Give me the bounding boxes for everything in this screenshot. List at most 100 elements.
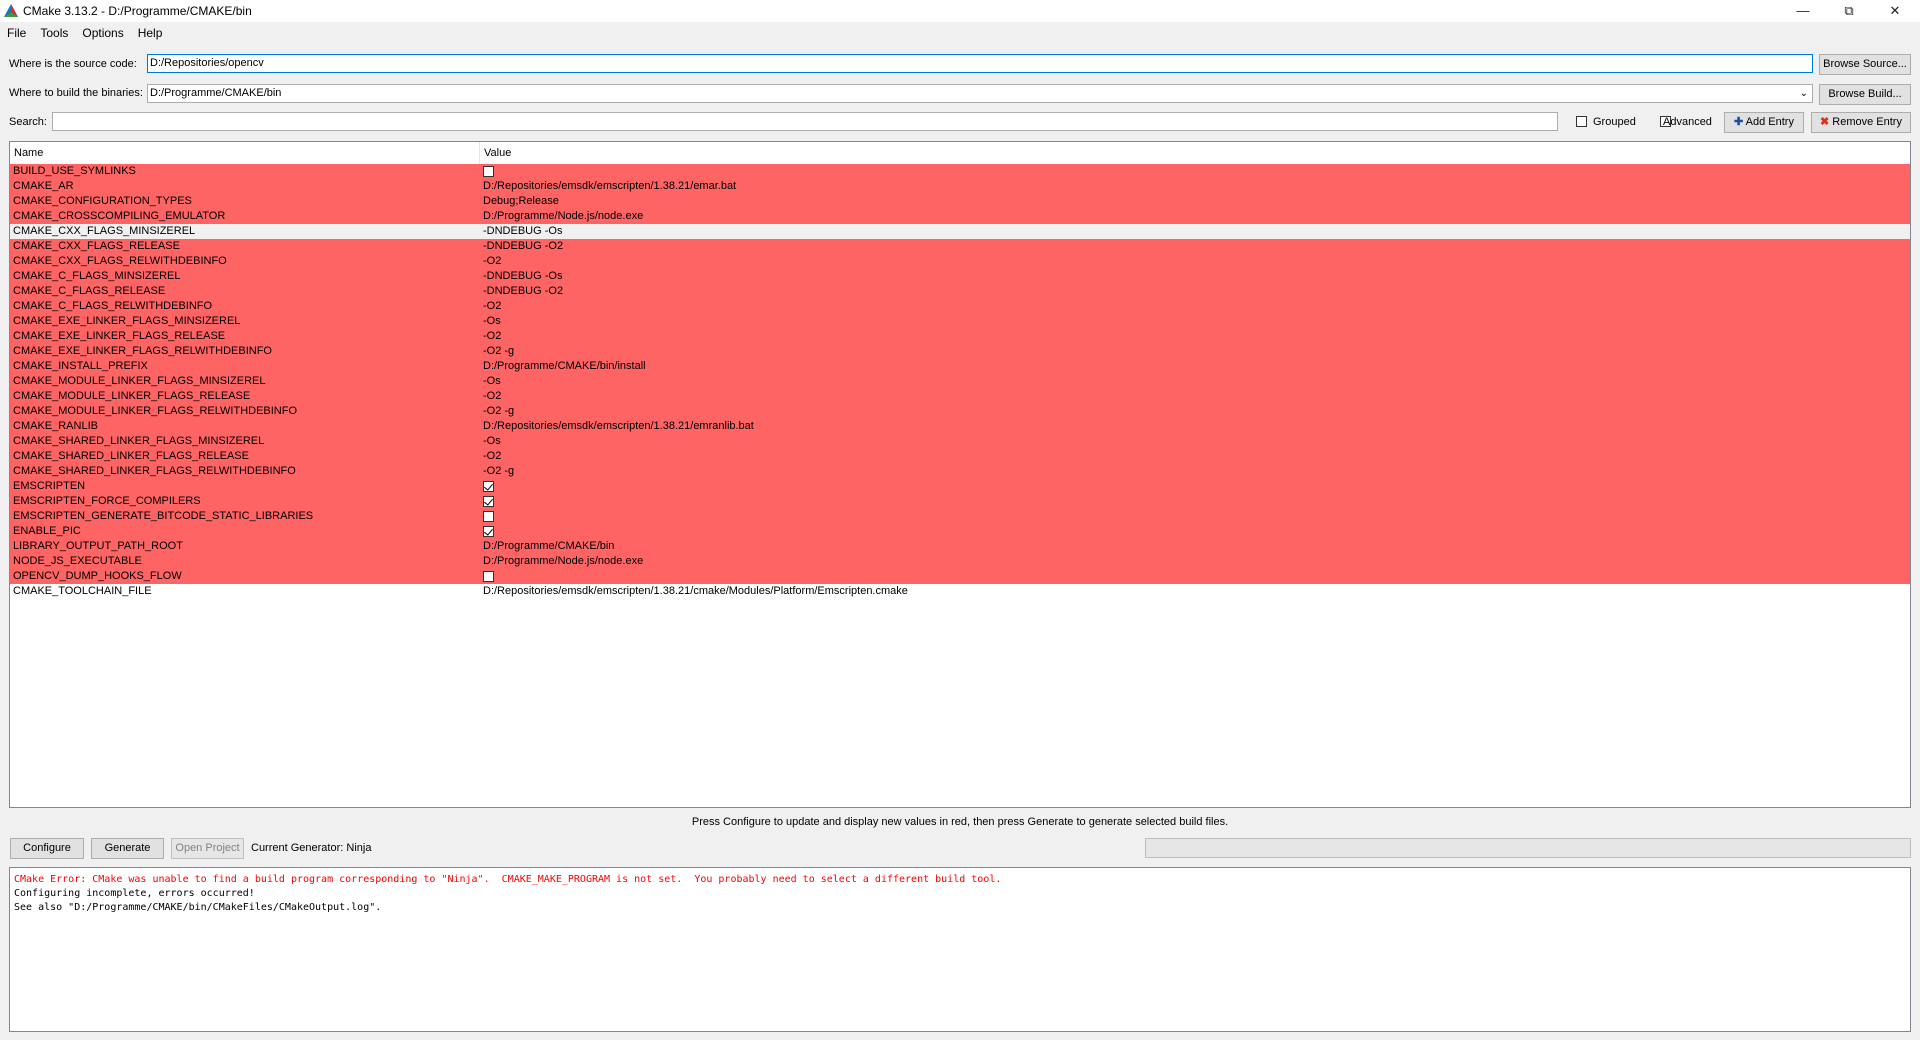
cell-value[interactable]: -DNDEBUG -O2 <box>483 284 563 299</box>
column-header-name[interactable]: Name <box>10 142 479 164</box>
build-path-combobox[interactable]: D:/Programme/CMAKE/bin ⌄ <box>147 84 1813 103</box>
add-entry-label: Add Entry <box>1745 116 1794 128</box>
menu-help[interactable]: Help <box>131 24 170 42</box>
cell-value[interactable]: -O2 <box>483 329 501 344</box>
advanced-label: Advanced <box>1663 116 1712 128</box>
cell-value[interactable]: -O2 <box>483 299 501 314</box>
chevron-down-icon[interactable]: ⌄ <box>1800 85 1808 102</box>
add-entry-button[interactable]: ✚ Add Entry <box>1724 112 1804 133</box>
minimize-button[interactable]: — <box>1780 0 1826 22</box>
generate-button[interactable]: Generate <box>91 838 164 859</box>
cell-name: CMAKE_AR <box>13 180 74 192</box>
value-checkbox[interactable] <box>483 481 494 492</box>
table-row[interactable]: OPENCV_DUMP_HOOKS_FLOW <box>10 569 1910 584</box>
table-row[interactable]: CMAKE_SHARED_LINKER_FLAGS_RELWITHDEBINFO… <box>10 464 1910 479</box>
remove-entry-label: Remove Entry <box>1832 116 1902 128</box>
cell-value[interactable]: -O2 -g <box>483 464 514 479</box>
table-row[interactable]: CMAKE_C_FLAGS_RELEASE -DNDEBUG -O2 <box>10 284 1910 299</box>
table-row[interactable]: CMAKE_C_FLAGS_MINSIZEREL -DNDEBUG -Os <box>10 269 1910 284</box>
cell-value[interactable]: -O2 <box>483 449 501 464</box>
configure-button[interactable]: Configure <box>10 838 84 859</box>
table-row[interactable]: CMAKE_EXE_LINKER_FLAGS_RELEASE -O2 <box>10 329 1910 344</box>
cell-value[interactable]: -DNDEBUG -Os <box>483 224 562 239</box>
cell-name: EMSCRIPTEN <box>13 480 86 492</box>
table-row[interactable]: CMAKE_INSTALL_PREFIX D:/Programme/CMAKE/b… <box>10 359 1910 374</box>
output-log[interactable]: CMake Error: CMake was unable to find a … <box>9 867 1911 1032</box>
cell-name: CMAKE_RANLIB <box>13 420 98 432</box>
cell-name: OPENCV_DUMP_HOOKS_FLOW <box>13 570 182 582</box>
table-row[interactable]: CMAKE_MODULE_LINKER_FLAGS_MINSIZEREL -Os <box>10 374 1910 389</box>
source-path-input[interactable]: D:/Repositories/opencv <box>147 54 1813 73</box>
cell-name: ENABLE_PIC <box>13 525 81 537</box>
table-row[interactable]: EMSCRIPTEN_FORCE_COMPILERS <box>10 494 1910 509</box>
column-header-value[interactable]: Value <box>479 142 1904 164</box>
search-input[interactable] <box>52 112 1558 131</box>
table-row[interactable]: CMAKE_CONFIGURATION_TYPES Debug;Release <box>10 194 1910 209</box>
open-project-button[interactable]: Open Project <box>171 838 244 859</box>
browse-build-button[interactable]: Browse Build... <box>1819 84 1911 105</box>
cell-value[interactable]: D:/Programme/Node.js/node.exe <box>483 554 643 569</box>
cell-value[interactable]: D:/Programme/CMAKE/bin <box>483 539 614 554</box>
table-row[interactable]: CMAKE_EXE_LINKER_FLAGS_RELWITHDEBINFO -O2… <box>10 344 1910 359</box>
cell-name: CMAKE_TOOLCHAIN_FILE <box>13 585 152 597</box>
cell-value[interactable]: -O2 -g <box>483 404 514 419</box>
cell-value[interactable]: D:/Programme/CMAKE/bin/install <box>483 359 646 374</box>
table-row[interactable]: CMAKE_MODULE_LINKER_FLAGS_RELWITHDEBINFO… <box>10 404 1910 419</box>
table-row[interactable]: CMAKE_AR D:/Repositories/emsdk/emscripten… <box>10 179 1910 194</box>
cell-value[interactable]: -Os <box>483 374 501 389</box>
cell-value[interactable]: -DNDEBUG -O2 <box>483 239 563 254</box>
grouped-checkbox[interactable] <box>1576 116 1587 127</box>
table-row[interactable]: CMAKE_SHARED_LINKER_FLAGS_MINSIZEREL -Os <box>10 434 1910 449</box>
table-row[interactable]: CMAKE_CROSSCOMPILING_EMULATOR D:/Programm… <box>10 209 1910 224</box>
progress-bar <box>1145 838 1911 858</box>
cell-value[interactable]: -O2 -g <box>483 344 514 359</box>
output-line: Configuring incomplete, errors occurred! <box>14 888 255 899</box>
menu-options[interactable]: Options <box>75 24 130 42</box>
table-row[interactable]: EMSCRIPTEN_GENERATE_BITCODE_STATIC_LIBRA… <box>10 509 1910 524</box>
table-header: Name Value <box>10 142 1910 165</box>
cell-name: CMAKE_MODULE_LINKER_FLAGS_RELEASE <box>13 390 251 402</box>
cell-name: CMAKE_CXX_FLAGS_RELEASE <box>13 240 180 252</box>
value-checkbox[interactable] <box>483 571 494 582</box>
table-row[interactable]: CMAKE_EXE_LINKER_FLAGS_MINSIZEREL -Os <box>10 314 1910 329</box>
cell-value[interactable]: -Os <box>483 314 501 329</box>
cell-value[interactable]: -O2 <box>483 389 501 404</box>
menu-tools[interactable]: Tools <box>33 24 75 42</box>
value-checkbox[interactable] <box>483 526 494 537</box>
value-checkbox[interactable] <box>483 511 494 522</box>
maximize-button[interactable]: ⧉ <box>1826 0 1872 22</box>
table-row[interactable]: ENABLE_PIC <box>10 524 1910 539</box>
cell-value[interactable]: D:/Repositories/emsdk/emscripten/1.38.21… <box>483 179 736 194</box>
cell-value[interactable]: -DNDEBUG -Os <box>483 269 562 284</box>
table-row[interactable]: BUILD_USE_SYMLINKS <box>10 164 1910 179</box>
close-button[interactable]: ✕ <box>1872 0 1918 22</box>
cache-table[interactable]: Name Value BUILD_USE_SYMLINKS CMAKE_AR D:/… <box>9 141 1911 808</box>
table-row[interactable]: CMAKE_C_FLAGS_RELWITHDEBINFO -O2 <box>10 299 1910 314</box>
cell-name: CMAKE_SHARED_LINKER_FLAGS_RELWITHDEBINFO <box>13 465 296 477</box>
cell-name: CMAKE_CROSSCOMPILING_EMULATOR <box>13 210 226 222</box>
table-row[interactable]: CMAKE_CXX_FLAGS_RELWITHDEBINFO -O2 <box>10 254 1910 269</box>
table-row[interactable]: CMAKE_RANLIB D:/Repositories/emsdk/emscri… <box>10 419 1910 434</box>
remove-entry-button[interactable]: ✖ Remove Entry <box>1811 112 1911 133</box>
table-row[interactable]: EMSCRIPTEN <box>10 479 1910 494</box>
table-row[interactable]: CMAKE_TOOLCHAIN_FILE D:/Repositories/emsd… <box>10 584 1910 599</box>
table-row[interactable]: LIBRARY_OUTPUT_PATH_ROOT D:/Programme/CMA… <box>10 539 1910 554</box>
table-row[interactable]: CMAKE_CXX_FLAGS_RELEASE -DNDEBUG -O2 <box>10 239 1910 254</box>
value-checkbox[interactable] <box>483 166 494 177</box>
plus-icon: ✚ <box>1734 116 1744 128</box>
cell-value[interactable]: D:/Repositories/emsdk/emscripten/1.38.21… <box>483 584 908 599</box>
table-row[interactable]: NODE_JS_EXECUTABLE D:/Programme/Node.js/n… <box>10 554 1910 569</box>
cell-value[interactable]: -Os <box>483 434 501 449</box>
value-checkbox[interactable] <box>483 496 494 507</box>
cell-value[interactable]: -O2 <box>483 254 501 269</box>
browse-source-button[interactable]: Browse Source... <box>1819 54 1911 75</box>
table-row[interactable]: CMAKE_MODULE_LINKER_FLAGS_RELEASE -O2 <box>10 389 1910 404</box>
cell-value[interactable]: D:/Repositories/emsdk/emscripten/1.38.21… <box>483 419 754 434</box>
search-label: Search: <box>9 116 47 128</box>
table-row[interactable]: CMAKE_CXX_FLAGS_MINSIZEREL -DNDEBUG -Os <box>10 224 1910 239</box>
cell-value[interactable]: D:/Programme/Node.js/node.exe <box>483 209 643 224</box>
cell-value[interactable]: Debug;Release <box>483 194 559 209</box>
menu-file[interactable]: File <box>0 24 33 42</box>
source-label: Where is the source code: <box>9 58 137 70</box>
table-row[interactable]: CMAKE_SHARED_LINKER_FLAGS_RELEASE -O2 <box>10 449 1910 464</box>
